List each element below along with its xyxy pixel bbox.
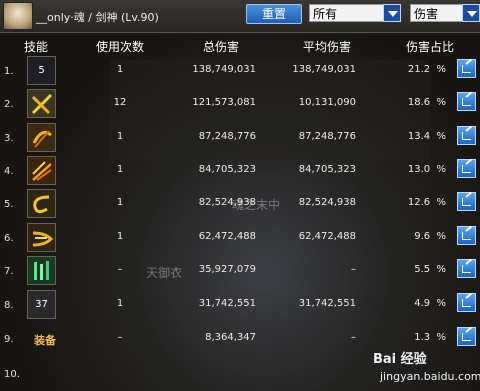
table-row: 2. 12 121,573,081 10,131,090 18.6 % <box>0 87 480 121</box>
filter-select[interactable]: 所有 <box>309 4 401 22</box>
total-damage: 31,742,551 <box>198 298 256 309</box>
average-damage: 87,248,776 <box>298 131 356 142</box>
export-icon[interactable] <box>457 293 476 312</box>
export-icon[interactable] <box>457 126 476 145</box>
export-icon[interactable] <box>457 226 476 245</box>
chevron-down-icon[interactable] <box>383 4 401 22</box>
export-icon[interactable] <box>457 192 476 211</box>
character-name: __only·魂 / 剑神 (Lv.90) <box>36 11 159 24</box>
use-count: 1 <box>116 131 124 142</box>
damage-percent: 9.6 % <box>414 231 446 242</box>
row-index: 9. <box>4 334 14 345</box>
table-row: 8. 37 1 31,742,551 31,742,551 4.9 % <box>0 288 480 322</box>
average-damage: – <box>351 264 356 275</box>
average-damage: 82,524,938 <box>298 197 356 208</box>
export-icon[interactable] <box>457 159 476 178</box>
table-row: 5. 1 82,524,938 82,524,938 12.6 % <box>0 187 480 221</box>
total-damage: 138,749,031 <box>192 64 256 75</box>
damage-percent: 4.9 % <box>414 298 446 309</box>
equipment-label: 装备 <box>34 334 56 347</box>
skill-gray-icon[interactable]: 37 <box>27 290 56 319</box>
icon-label: 37 <box>35 299 48 310</box>
use-count: 1 <box>116 298 124 309</box>
skill-green-pillar-icon[interactable] <box>27 256 56 285</box>
average-damage: 84,705,323 <box>298 164 356 175</box>
damage-percent: 5.5 % <box>414 264 446 275</box>
skill-crescent-icon[interactable] <box>27 123 56 152</box>
col-header-skill: 技能 <box>24 40 49 54</box>
watermark-url: jingyan.baidu.com <box>380 370 480 383</box>
export-icon[interactable] <box>457 259 476 278</box>
damage-percent: 1.3 % <box>414 332 446 343</box>
reset-button[interactable]: 重置 <box>246 4 302 24</box>
character-avatar <box>3 2 33 30</box>
export-icon[interactable] <box>457 59 476 78</box>
skill-wave-icon[interactable] <box>27 223 56 252</box>
sort-select-value: 伤害 <box>414 7 439 21</box>
table-row: 1. 5 1 138,749,031 138,749,031 21.2 % <box>0 54 480 88</box>
total-damage: 121,573,081 <box>192 97 256 108</box>
average-damage: – <box>351 332 356 343</box>
icon-label: 5 <box>38 65 45 76</box>
use-count: 1 <box>116 197 124 208</box>
damage-panel-header: __only·魂 / 剑神 (Lv.90) 重置 所有 伤害 <box>0 0 480 33</box>
use-count: – <box>117 332 123 343</box>
skill-dark-icon[interactable]: 5 <box>27 56 56 85</box>
row-index: 5. <box>4 199 14 210</box>
row-index: 6. <box>4 233 14 244</box>
use-count: 1 <box>116 64 124 75</box>
use-count: – <box>117 264 123 275</box>
use-count: 1 <box>116 231 124 242</box>
table-row: 4. 1 84,705,323 84,705,323 13.0 % <box>0 154 480 188</box>
sort-select[interactable]: 伤害 <box>410 4 480 22</box>
export-icon[interactable] <box>457 92 476 111</box>
skill-blades-icon[interactable] <box>27 156 56 185</box>
average-damage: 10,131,090 <box>298 97 356 108</box>
total-damage: 84,705,323 <box>198 164 256 175</box>
use-count: 1 <box>116 164 124 175</box>
row-index: 3. <box>4 133 14 144</box>
use-count: 12 <box>113 97 127 108</box>
col-header-total: 总伤害 <box>203 40 240 54</box>
skill-cross-slash-icon[interactable] <box>27 89 56 118</box>
damage-percent: 21.2 % <box>407 64 446 75</box>
damage-percent: 18.6 % <box>407 97 446 108</box>
export-icon[interactable] <box>457 327 476 346</box>
chevron-down-icon[interactable] <box>462 4 480 22</box>
average-damage: 31,742,551 <box>298 298 356 309</box>
table-row: 6. 1 62,472,488 62,472,488 9.6 % <box>0 221 480 255</box>
watermark-brand: Bai 经验 <box>373 352 427 367</box>
total-damage: 87,248,776 <box>198 131 256 142</box>
row-index: 8. <box>4 300 14 311</box>
average-damage: 138,749,031 <box>292 64 356 75</box>
col-header-pct: 伤害占比 <box>406 40 455 54</box>
row-index: 7. <box>4 266 14 277</box>
damage-percent: 12.6 % <box>407 197 446 208</box>
table-row: 7. – 35,927,079 – 5.5 % <box>0 254 480 288</box>
total-damage: 8,364,347 <box>205 332 256 343</box>
skill-swirl-icon[interactable] <box>27 189 56 218</box>
total-damage: 82,524,938 <box>198 197 256 208</box>
table-row: 3. 1 87,248,776 87,248,776 13.4 % <box>0 121 480 155</box>
row-index: 2. <box>4 99 14 110</box>
filter-select-value: 所有 <box>313 7 338 21</box>
average-damage: 62,472,488 <box>298 231 356 242</box>
total-damage: 35,927,079 <box>198 264 256 275</box>
row-index: 10. <box>4 369 20 380</box>
damage-percent: 13.0 % <box>407 164 446 175</box>
col-header-count: 使用次数 <box>96 40 145 54</box>
col-header-avg: 平均伤害 <box>303 40 352 54</box>
damage-percent: 13.4 % <box>407 131 446 142</box>
row-index: 1. <box>4 66 14 77</box>
total-damage: 62,472,488 <box>198 231 256 242</box>
row-index: 4. <box>4 166 14 177</box>
